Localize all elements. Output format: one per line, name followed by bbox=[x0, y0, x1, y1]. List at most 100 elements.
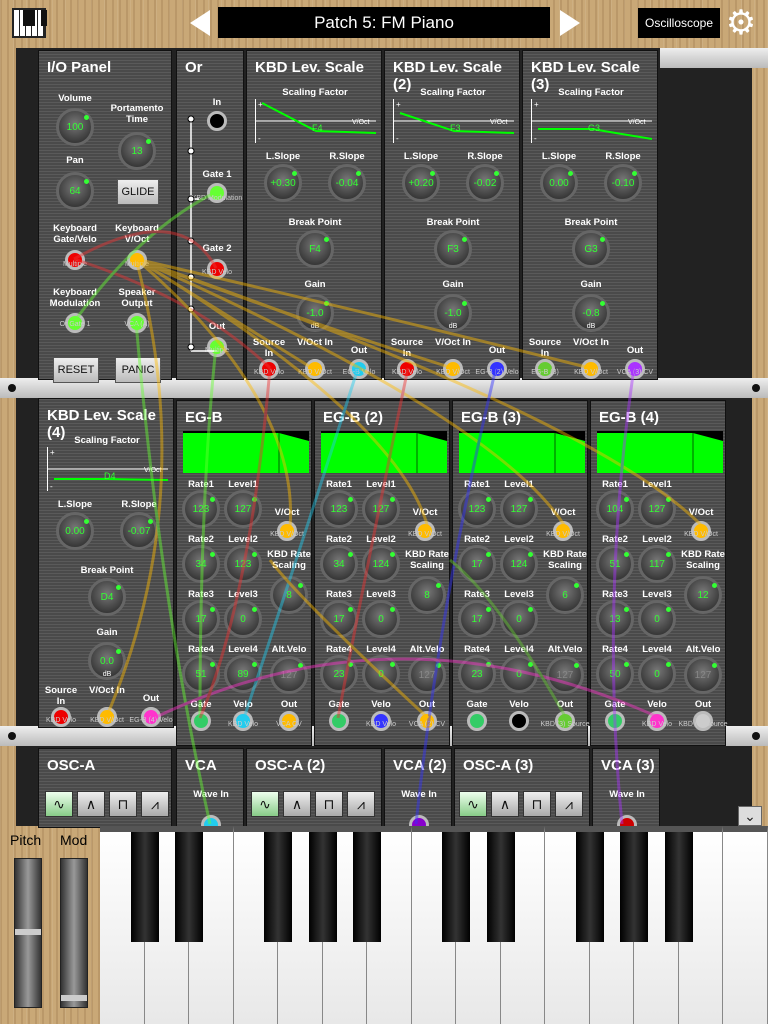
alt-velo-knob[interactable]: 127 bbox=[684, 656, 722, 694]
break-point-label: Break Point bbox=[80, 565, 134, 576]
osc-a-module: OSC-A ∿ ∧ ⊓ ⩘ bbox=[38, 748, 172, 828]
keyboard-toggle-icon[interactable] bbox=[12, 8, 47, 38]
gate-jack[interactable] bbox=[329, 711, 349, 731]
black-key[interactable] bbox=[353, 826, 382, 942]
patch-name[interactable]: Patch 5: FM Piano bbox=[218, 7, 550, 38]
alt-velo-knob[interactable]: 127 bbox=[408, 656, 446, 694]
chevron-down-icon[interactable]: ⌄ bbox=[738, 806, 762, 826]
saw-wave-button[interactable]: ⩘ bbox=[347, 791, 375, 817]
velo-jack[interactable] bbox=[509, 711, 529, 731]
volume-knob[interactable]: 100 bbox=[56, 108, 94, 146]
saw-wave-button[interactable]: ⩘ bbox=[141, 791, 169, 817]
level2-knob[interactable]: 124 bbox=[500, 545, 538, 583]
rate4-knob[interactable]: 23 bbox=[458, 655, 496, 693]
oscilloscope-button[interactable]: Oscilloscope bbox=[638, 8, 720, 38]
rate4-knob[interactable]: 50 bbox=[596, 655, 634, 693]
rslope-knob[interactable]: -0.02 bbox=[466, 164, 504, 202]
square-wave-button[interactable]: ⊓ bbox=[315, 791, 343, 817]
white-key[interactable] bbox=[723, 826, 768, 1024]
gate-jack[interactable] bbox=[605, 711, 625, 731]
rate3-knob[interactable]: 17 bbox=[182, 600, 220, 638]
rate4-knob[interactable]: 23 bbox=[320, 655, 358, 693]
break-point-knob[interactable]: F3 bbox=[434, 230, 472, 268]
pitch-wheel[interactable] bbox=[14, 858, 42, 1008]
lslope-knob[interactable]: 0.00 bbox=[540, 164, 578, 202]
rate2-knob[interactable]: 17 bbox=[458, 545, 496, 583]
glide-button[interactable]: GLIDE bbox=[117, 179, 159, 205]
portamento-knob[interactable]: 13 bbox=[118, 132, 156, 170]
level3-knob[interactable]: 0 bbox=[224, 600, 262, 638]
triangle-wave-button[interactable]: ∧ bbox=[283, 791, 311, 817]
gear-icon[interactable]: ⚙ bbox=[722, 4, 760, 42]
black-key[interactable] bbox=[308, 826, 337, 942]
level1-knob[interactable]: 127 bbox=[362, 490, 400, 528]
square-wave-button[interactable]: ⊓ bbox=[109, 791, 137, 817]
rate2-knob[interactable]: 51 bbox=[596, 545, 634, 583]
alt-velo-knob[interactable]: 127 bbox=[270, 656, 308, 694]
next-patch-button[interactable] bbox=[560, 10, 580, 36]
level2-knob[interactable]: 124 bbox=[362, 545, 400, 583]
rate1-knob[interactable]: 104 bbox=[596, 490, 634, 528]
gate-jack[interactable] bbox=[467, 711, 487, 731]
panic-button[interactable]: PANIC bbox=[115, 357, 161, 383]
lslope-knob[interactable]: +0.30 bbox=[264, 164, 302, 202]
black-key[interactable] bbox=[130, 826, 159, 942]
level1-knob[interactable]: 127 bbox=[500, 490, 538, 528]
kbd-rate-scaling-knob[interactable]: 6 bbox=[546, 576, 584, 614]
rate1-knob[interactable]: 123 bbox=[182, 490, 220, 528]
level4-knob[interactable]: 0 bbox=[362, 655, 400, 693]
black-key[interactable] bbox=[264, 826, 293, 942]
kbd-rate-scaling-knob[interactable]: 8 bbox=[408, 576, 446, 614]
kbd-rate-scaling-knob[interactable]: 8 bbox=[270, 576, 308, 614]
pan-knob[interactable]: 64 bbox=[56, 172, 94, 210]
square-wave-button[interactable]: ⊓ bbox=[523, 791, 551, 817]
rslope-knob[interactable]: -0.10 bbox=[604, 164, 642, 202]
black-key[interactable] bbox=[442, 826, 471, 942]
rate3-label: Rate3 bbox=[464, 589, 490, 600]
rate3-knob[interactable]: 17 bbox=[320, 600, 358, 638]
rate3-knob[interactable]: 17 bbox=[458, 600, 496, 638]
previous-patch-button[interactable] bbox=[190, 10, 210, 36]
triangle-wave-button[interactable]: ∧ bbox=[77, 791, 105, 817]
reset-button[interactable]: RESET bbox=[53, 357, 99, 383]
level2-knob[interactable]: 117 bbox=[638, 545, 676, 583]
level4-knob[interactable]: 0 bbox=[500, 655, 538, 693]
alt-velo-knob[interactable]: 127 bbox=[546, 656, 584, 694]
level4-knob[interactable]: 89 bbox=[224, 655, 262, 693]
level3-label: Level3 bbox=[504, 589, 534, 600]
black-key[interactable] bbox=[486, 826, 515, 942]
black-key[interactable] bbox=[620, 826, 649, 942]
sine-wave-button[interactable]: ∿ bbox=[459, 791, 487, 817]
black-key[interactable] bbox=[575, 826, 604, 942]
level3-knob[interactable]: 0 bbox=[500, 600, 538, 638]
rate1-knob[interactable]: 123 bbox=[458, 490, 496, 528]
break-point-knob[interactable]: D4 bbox=[88, 578, 126, 616]
kbd-rate-scaling-knob[interactable]: 12 bbox=[684, 576, 722, 614]
mod-wheel[interactable] bbox=[60, 858, 88, 1008]
lslope-knob[interactable]: +0.20 bbox=[402, 164, 440, 202]
black-key[interactable] bbox=[664, 826, 693, 942]
triangle-wave-button[interactable]: ∧ bbox=[491, 791, 519, 817]
rslope-knob[interactable]: -0.07 bbox=[120, 512, 158, 550]
rate1-knob[interactable]: 123 bbox=[320, 490, 358, 528]
break-point-knob[interactable]: G3 bbox=[572, 230, 610, 268]
gate-jack[interactable] bbox=[191, 711, 211, 731]
level3-knob[interactable]: 0 bbox=[638, 600, 676, 638]
svg-text:+: + bbox=[50, 448, 55, 457]
rate3-knob[interactable]: 13 bbox=[596, 600, 634, 638]
rslope-knob[interactable]: -0.04 bbox=[328, 164, 366, 202]
level3-knob[interactable]: 0 bbox=[362, 600, 400, 638]
level1-knob[interactable]: 127 bbox=[638, 490, 676, 528]
rate2-knob[interactable]: 34 bbox=[320, 545, 358, 583]
break-point-knob[interactable]: F4 bbox=[296, 230, 334, 268]
level4-knob[interactable]: 0 bbox=[638, 655, 676, 693]
level2-knob[interactable]: 123 bbox=[224, 545, 262, 583]
black-key[interactable] bbox=[175, 826, 204, 942]
lslope-knob[interactable]: 0.00 bbox=[56, 512, 94, 550]
sine-wave-button[interactable]: ∿ bbox=[251, 791, 279, 817]
level1-knob[interactable]: 127 bbox=[224, 490, 262, 528]
sine-wave-button[interactable]: ∿ bbox=[45, 791, 73, 817]
saw-wave-button[interactable]: ⩘ bbox=[555, 791, 583, 817]
rate2-knob[interactable]: 34 bbox=[182, 545, 220, 583]
rate4-knob[interactable]: 51 bbox=[182, 655, 220, 693]
